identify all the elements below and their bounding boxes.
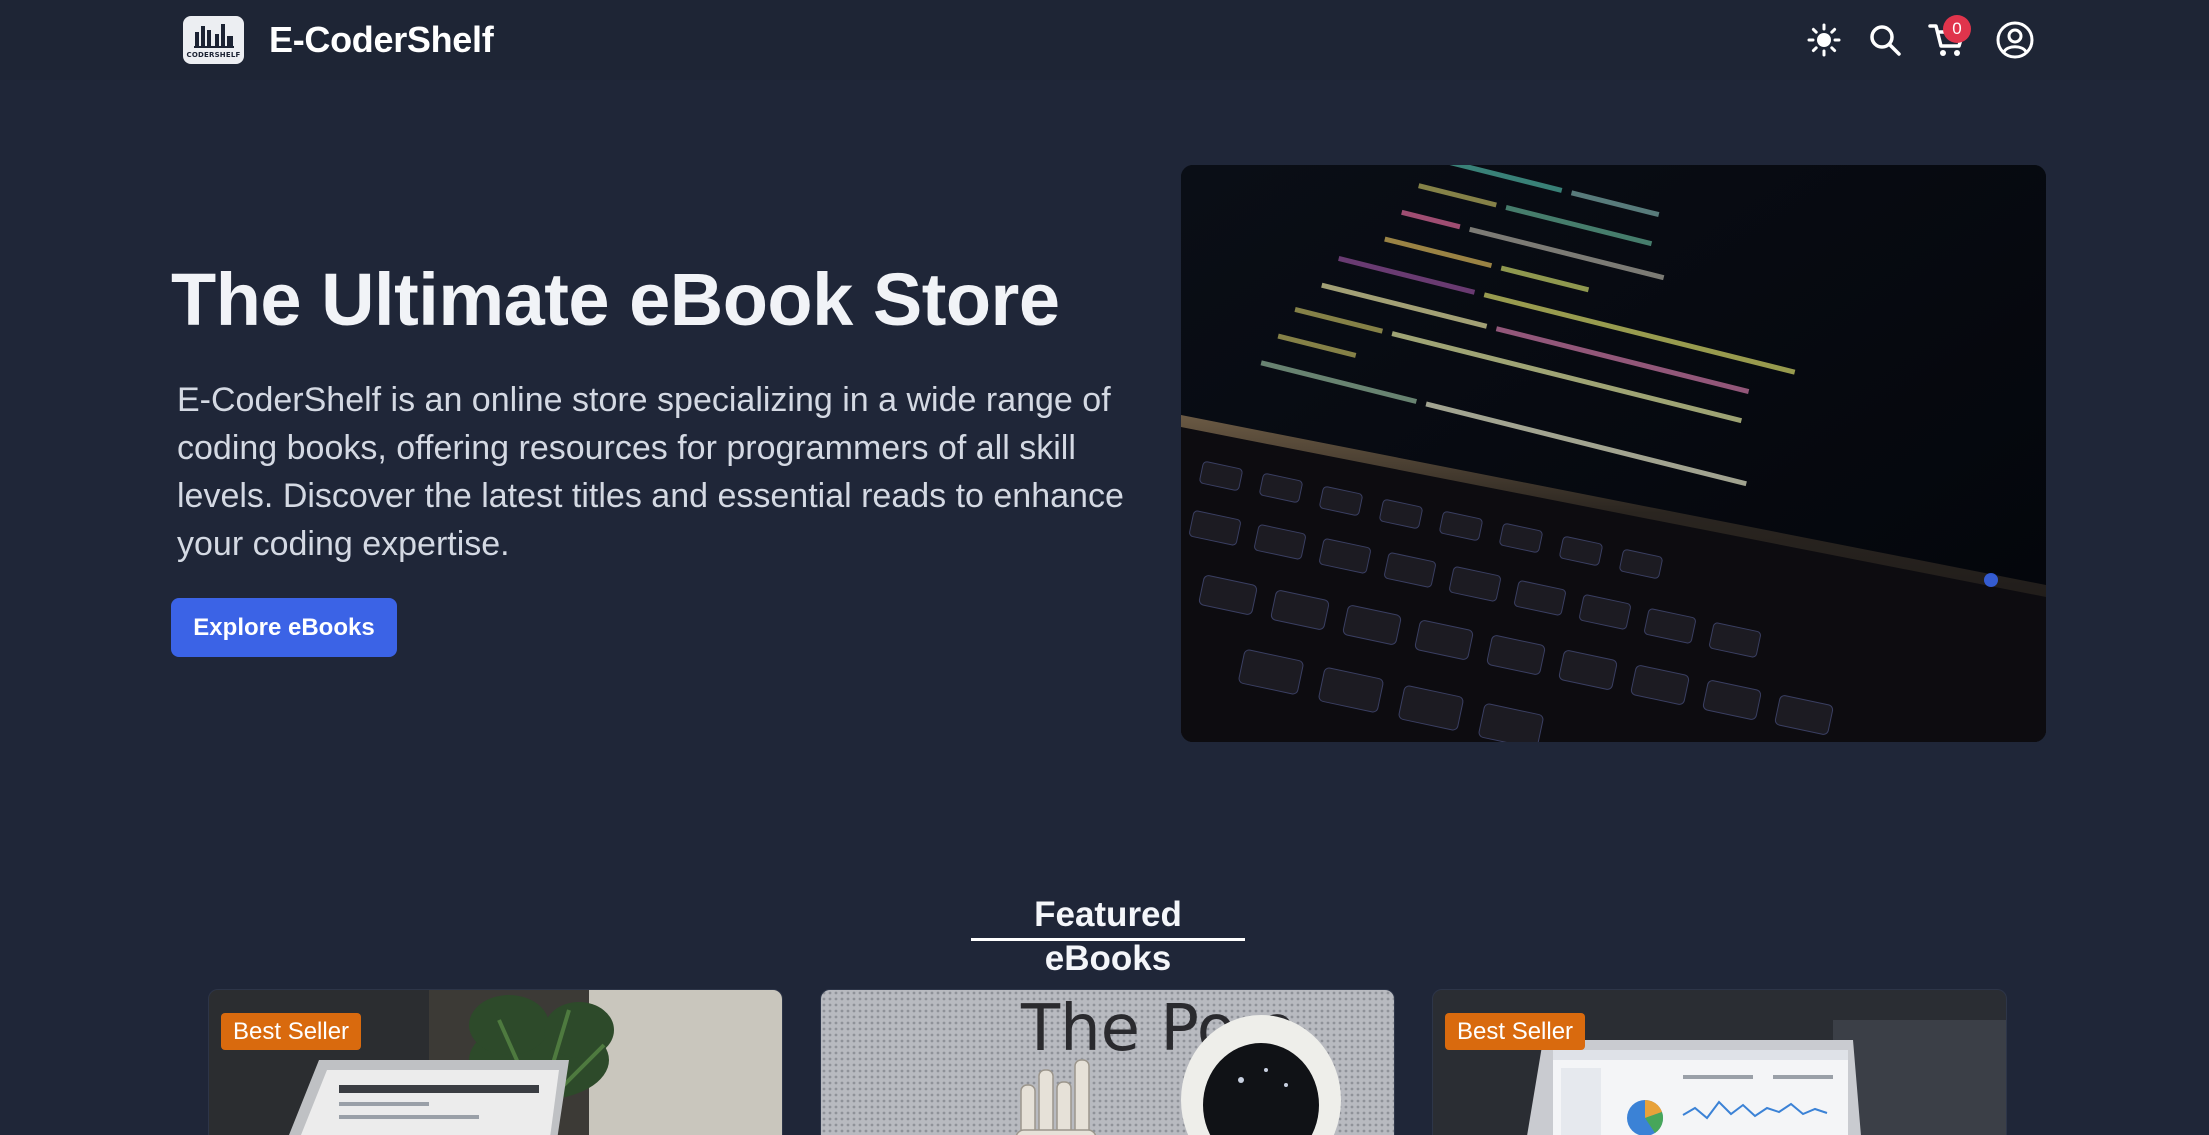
hero-description: E-CoderShelf is an online store speciali… — [177, 381, 1124, 563]
user-account-button[interactable] — [1993, 18, 2037, 62]
user-account-icon — [1996, 21, 2034, 59]
cart-count-badge: 0 — [1943, 15, 1971, 43]
robot-hand-poster-image: The Po e — [821, 990, 1394, 1135]
ebook-card[interactable]: Best Seller — [208, 989, 783, 1135]
sun-icon — [1807, 23, 1841, 57]
explore-ebooks-button[interactable]: Explore eBooks — [171, 598, 397, 657]
top-navbar: CODERSHELF E-CoderShelf 0 — [0, 0, 2209, 80]
hero-title: The Ultimate eBook Store — [171, 258, 1060, 341]
ebook-card[interactable]: Best Seller — [1432, 989, 2007, 1135]
cart-button[interactable]: 0 — [1925, 15, 1971, 62]
best-seller-badge: Best Seller — [221, 1013, 362, 1050]
brand-home-link[interactable]: CODERSHELF E-CoderShelf — [183, 16, 494, 64]
laptop-with-plant-image — [209, 990, 782, 1135]
hero-image-laptop-code — [1181, 165, 2046, 742]
best-seller-badge: Best Seller — [1445, 1013, 1586, 1050]
search-icon — [1870, 25, 1901, 56]
theme-toggle-button[interactable] — [1802, 18, 1846, 62]
search-button[interactable] — [1863, 18, 1907, 62]
logo-wordmark: CODERSHELF — [186, 50, 241, 59]
bookshelf-logo-icon — [193, 23, 234, 48]
laptop-analytics-dashboard-image — [1433, 990, 2006, 1135]
brand-name: E-CoderShelf — [269, 19, 494, 60]
featured-section-title: Featured eBooks — [971, 893, 1245, 978]
laptop-code-illustration — [1181, 165, 2046, 742]
ebook-card[interactable]: The Po e — [820, 989, 1395, 1135]
brand-logo: CODERSHELF — [183, 16, 244, 64]
